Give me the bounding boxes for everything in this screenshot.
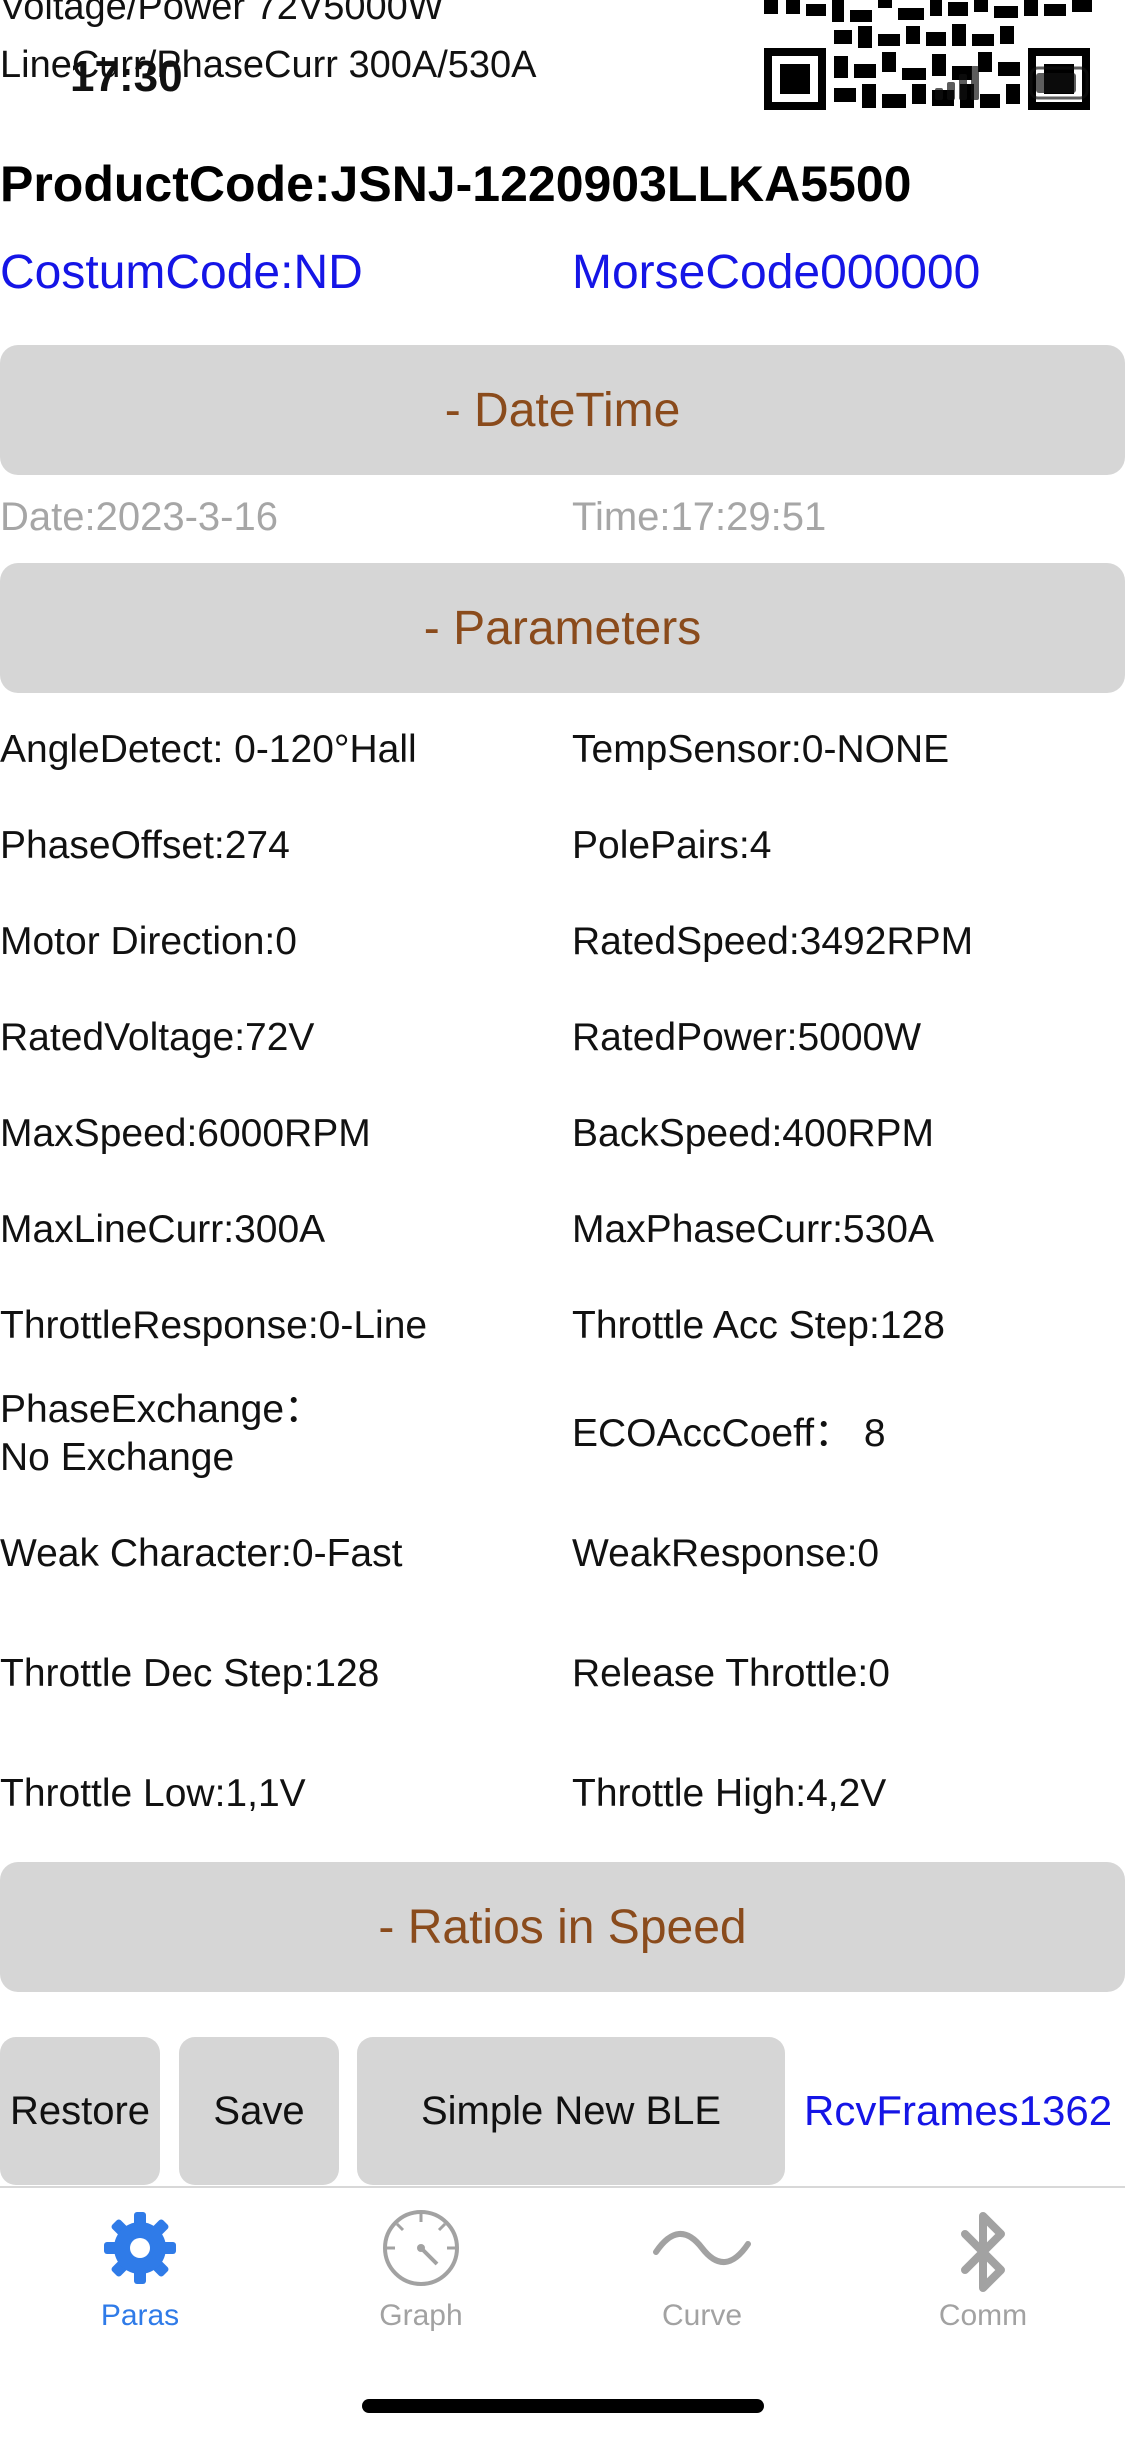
tab-graph[interactable]: Graph bbox=[311, 2208, 531, 2333]
parameters-section-header[interactable]: - Parameters bbox=[0, 563, 1125, 693]
save-button[interactable]: Save bbox=[179, 2037, 339, 2185]
param-phase-exchange[interactable]: PhaseExchange： No Exchange bbox=[0, 1386, 323, 1482]
tab-graph-label: Graph bbox=[379, 2299, 463, 2332]
param-eco-acc-coeff[interactable]: ECOAccCoeff： 8 bbox=[572, 1410, 886, 1458]
param-pole-pairs[interactable]: PolePairs:4 bbox=[572, 822, 771, 870]
param-weak-response[interactable]: WeakResponse:0 bbox=[572, 1530, 879, 1578]
param-back-speed[interactable]: BackSpeed:400RPM bbox=[572, 1110, 934, 1158]
param-rated-speed[interactable]: RatedSpeed:3492RPM bbox=[572, 918, 973, 966]
status-icons bbox=[935, 60, 1095, 113]
param-throttle-acc-step[interactable]: Throttle Acc Step:128 bbox=[572, 1302, 945, 1350]
gear-icon bbox=[100, 2208, 180, 2293]
param-rated-power[interactable]: RatedPower:5000W bbox=[572, 1014, 921, 1062]
param-max-speed[interactable]: MaxSpeed:6000RPM bbox=[0, 1110, 371, 1158]
tab-curve-label: Curve bbox=[661, 2299, 743, 2332]
param-max-line-curr[interactable]: MaxLineCurr:300A bbox=[0, 1206, 325, 1254]
param-temp-sensor[interactable]: TempSensor:0-NONE bbox=[572, 726, 949, 774]
simple-new-ble-button[interactable]: Simple New BLE bbox=[357, 2037, 785, 2185]
param-release-throttle[interactable]: Release Throttle:0 bbox=[572, 1650, 890, 1698]
tab-paras-label: Paras bbox=[100, 2299, 180, 2332]
status-time: 17:30 bbox=[70, 52, 183, 101]
param-phase-exchange-value: No Exchange bbox=[0, 1436, 235, 1479]
param-max-phase-curr[interactable]: MaxPhaseCurr:530A bbox=[572, 1206, 934, 1254]
home-indicator bbox=[362, 2399, 764, 2413]
bluetooth-icon bbox=[943, 2208, 1023, 2305]
param-rated-voltage[interactable]: RatedVoltage:72V bbox=[0, 1014, 314, 1062]
param-phase-exchange-label: PhaseExchange： bbox=[0, 1388, 324, 1431]
tab-comm-label: Comm bbox=[938, 2299, 1028, 2332]
param-weak-character[interactable]: Weak Character:0-Fast bbox=[0, 1530, 402, 1578]
tab-paras[interactable]: Paras bbox=[30, 2208, 250, 2333]
ratios-section-header[interactable]: - Ratios in Speed bbox=[0, 1862, 1125, 1992]
param-angle-detect[interactable]: AngleDetect: 0-120°Hall bbox=[0, 726, 417, 774]
product-code: ProductCode:JSNJ-1220903LLKA5500 bbox=[0, 156, 912, 212]
param-throttle-high[interactable]: Throttle High:4,2V bbox=[572, 1770, 886, 1818]
date-value: Date:2023-3-16 bbox=[0, 495, 278, 539]
voltage-power-line: Voltage/Power 72V5000W bbox=[0, 0, 444, 28]
tab-curve[interactable]: Curve bbox=[592, 2208, 812, 2333]
param-throttle-response[interactable]: ThrottleResponse:0-Line bbox=[0, 1302, 427, 1350]
tab-comm[interactable]: Comm bbox=[873, 2208, 1093, 2333]
rcv-frames-counter: RcvFrames1362 bbox=[804, 2087, 1113, 2134]
param-motor-direction[interactable]: Motor Direction:0 bbox=[0, 918, 297, 966]
param-throttle-low[interactable]: Throttle Low:1,1V bbox=[0, 1770, 306, 1818]
datetime-section-header[interactable]: - DateTime bbox=[0, 345, 1125, 475]
morse-code: MorseCode000000 bbox=[572, 246, 981, 299]
gauge-icon bbox=[381, 2208, 461, 2293]
param-phase-offset[interactable]: PhaseOffset:274 bbox=[0, 822, 290, 870]
restore-button[interactable]: Restore bbox=[0, 2037, 160, 2185]
param-throttle-dec-step[interactable]: Throttle Dec Step:128 bbox=[0, 1650, 379, 1698]
sine-wave-icon bbox=[652, 2208, 752, 2293]
custom-code: CostumCode:ND bbox=[0, 246, 363, 299]
time-value: Time:17:29:51 bbox=[572, 495, 827, 539]
